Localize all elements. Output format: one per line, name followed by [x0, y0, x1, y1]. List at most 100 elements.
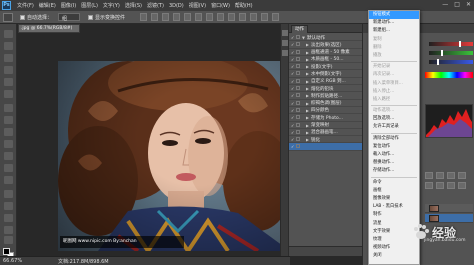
- menu-5[interactable]: 选择(S): [125, 2, 142, 9]
- eyedropper-tool-icon[interactable]: [4, 90, 13, 98]
- flyout-menu-item[interactable]: 允许工具记录: [369, 123, 419, 131]
- gradient-tool-icon[interactable]: [4, 164, 13, 172]
- menu-1[interactable]: 编辑(E): [39, 2, 56, 9]
- flyout-menu-item[interactable]: 按钮模式: [369, 11, 419, 20]
- action-row[interactable]: ✓ ▶ 水中倒影(文字): [289, 70, 362, 78]
- hand-tool-icon[interactable]: [4, 236, 13, 244]
- toggle-check-icon[interactable]: ✓: [291, 123, 295, 128]
- hue-saturation-icon[interactable]: [436, 182, 444, 189]
- tab-actions[interactable]: 动作: [291, 25, 308, 33]
- action-row[interactable]: ✓ ▶ 投影(文字): [289, 63, 362, 71]
- expand-triangle-icon[interactable]: ▶: [306, 115, 309, 120]
- quick-select-tool-icon[interactable]: [4, 66, 13, 74]
- type-tool-icon[interactable]: [4, 202, 13, 210]
- flyout-menu-item[interactable]: 载入动作...: [369, 151, 419, 159]
- expand-triangle-icon[interactable]: ▶: [306, 50, 309, 55]
- flyout-menu-item[interactable]: 制作: [369, 211, 419, 219]
- distribute-left-icon[interactable]: [239, 13, 246, 21]
- dodge-tool-icon[interactable]: [4, 176, 13, 184]
- clone-stamp-tool-icon[interactable]: [4, 128, 13, 136]
- dialog-toggle-icon[interactable]: [296, 78, 300, 83]
- flyout-menu-item[interactable]: 清除全部动作: [369, 135, 419, 143]
- expand-triangle-icon[interactable]: ▶: [306, 86, 309, 91]
- action-row[interactable]: ✓ ▶ 画框通道 - 50 像素: [289, 49, 362, 56]
- flyout-menu-item[interactable]: 视频动作: [369, 244, 419, 252]
- action-row[interactable]: ✓ ▶ 存储为 Photo...: [289, 114, 362, 122]
- dialog-toggle-icon[interactable]: [296, 86, 300, 91]
- distribute-right-icon[interactable]: [261, 13, 268, 21]
- color-spectrum[interactable]: [425, 72, 473, 78]
- dialog-toggle-icon[interactable]: [296, 115, 300, 120]
- crop-tool-icon[interactable]: [4, 78, 13, 86]
- action-row[interactable]: ✓ ▶ 木质画框 - 50...: [289, 56, 362, 64]
- toggle-check-icon[interactable]: ✓: [291, 144, 295, 149]
- blue-slider-thumb[interactable]: [437, 59, 439, 65]
- dialog-toggle-icon[interactable]: [296, 100, 300, 105]
- document-info[interactable]: 文档:217.8M/898.6M: [58, 258, 109, 265]
- align-top-icon[interactable]: [140, 13, 147, 21]
- flyout-menu-item[interactable]: 新建动作...: [369, 19, 419, 27]
- expand-triangle-icon[interactable]: ▶: [306, 93, 309, 98]
- expand-triangle-icon[interactable]: ▶: [306, 108, 309, 113]
- action-row[interactable]: ✓ ▶ 四分颜色: [289, 107, 362, 115]
- dialog-toggle-icon[interactable]: [296, 122, 300, 127]
- path-select-tool-icon[interactable]: [4, 214, 13, 222]
- distribute-bottom-icon[interactable]: [228, 13, 235, 21]
- marquee-tool-icon[interactable]: [4, 42, 13, 50]
- foreground-color-swatch[interactable]: [3, 248, 10, 255]
- dialog-toggle-icon[interactable]: [296, 71, 300, 76]
- toggle-check-icon[interactable]: ✓: [291, 115, 295, 120]
- expand-triangle-icon[interactable]: ▶: [306, 57, 309, 62]
- toggle-check-icon[interactable]: ✓: [291, 108, 295, 113]
- flyout-menu-item[interactable]: 回放选项...: [369, 115, 419, 123]
- flyout-menu-item[interactable]: LAB - 黑白技术: [369, 203, 419, 211]
- action-row[interactable]: ✓ ▶ 混合器画笔...: [289, 129, 362, 137]
- menu-6[interactable]: 滤镜(T): [147, 2, 164, 9]
- flyout-menu-item[interactable]: 图像效果: [369, 195, 419, 203]
- expand-triangle-icon[interactable]: ▶: [306, 71, 309, 76]
- auto-select-dropdown[interactable]: 组: [58, 13, 80, 22]
- expand-triangle-icon[interactable]: ▶: [306, 137, 309, 142]
- flyout-menu-item[interactable]: 存储动作...: [369, 167, 419, 175]
- dialog-toggle-icon[interactable]: [296, 107, 300, 112]
- align-hcenter-icon[interactable]: [184, 13, 191, 21]
- red-slider[interactable]: [429, 41, 473, 47]
- expand-triangle-icon[interactable]: ▼: [302, 35, 305, 40]
- toggle-check-icon[interactable]: ✓: [291, 71, 295, 76]
- menu-10[interactable]: 帮助(H): [235, 2, 253, 9]
- vibrance-icon[interactable]: [425, 182, 433, 189]
- toggle-check-icon[interactable]: ✓: [291, 130, 295, 135]
- layer-row[interactable]: [425, 204, 473, 213]
- levels-icon[interactable]: [436, 172, 444, 179]
- toggle-check-icon[interactable]: ✓: [291, 35, 295, 40]
- blue-slider[interactable]: [429, 59, 473, 65]
- dialog-toggle-icon[interactable]: [296, 35, 300, 39]
- close-button[interactable]: ✕: [466, 1, 471, 8]
- brush-tool-icon[interactable]: [4, 116, 13, 124]
- align-bottom-icon[interactable]: [162, 13, 169, 21]
- move-tool-icon[interactable]: [4, 30, 13, 38]
- dialog-toggle-icon[interactable]: [296, 144, 300, 149]
- align-vcenter-icon[interactable]: [151, 13, 158, 21]
- expand-triangle-icon[interactable]: ▶: [306, 79, 309, 84]
- menu-3[interactable]: 图层(L): [81, 2, 98, 9]
- distribute-vcenter-icon[interactable]: [217, 13, 224, 21]
- toggle-check-icon[interactable]: ✓: [291, 137, 295, 142]
- history-brush-tool-icon[interactable]: [4, 140, 13, 148]
- flyout-menu-item[interactable]: 关闭: [369, 252, 419, 260]
- maximize-button[interactable]: □: [454, 1, 460, 8]
- show-transform-checkbox[interactable]: [88, 15, 93, 20]
- zoom-level[interactable]: 66.67%: [3, 258, 22, 264]
- action-row[interactable]: ✓ ▶ 棕褐色调(图层): [289, 100, 362, 107]
- lasso-tool-icon[interactable]: [4, 54, 13, 62]
- expand-triangle-icon[interactable]: ▶: [306, 130, 309, 135]
- black-white-icon[interactable]: [458, 182, 466, 189]
- menu-4[interactable]: 文字(Y): [103, 2, 120, 9]
- dialog-toggle-icon[interactable]: [296, 64, 300, 69]
- dialog-toggle-icon[interactable]: [296, 56, 300, 61]
- dialog-toggle-icon[interactable]: [296, 129, 300, 134]
- green-slider[interactable]: [429, 50, 473, 56]
- color-balance-icon[interactable]: [447, 182, 455, 189]
- toggle-check-icon[interactable]: ✓: [291, 79, 295, 84]
- auto-select-checkbox[interactable]: [20, 15, 25, 20]
